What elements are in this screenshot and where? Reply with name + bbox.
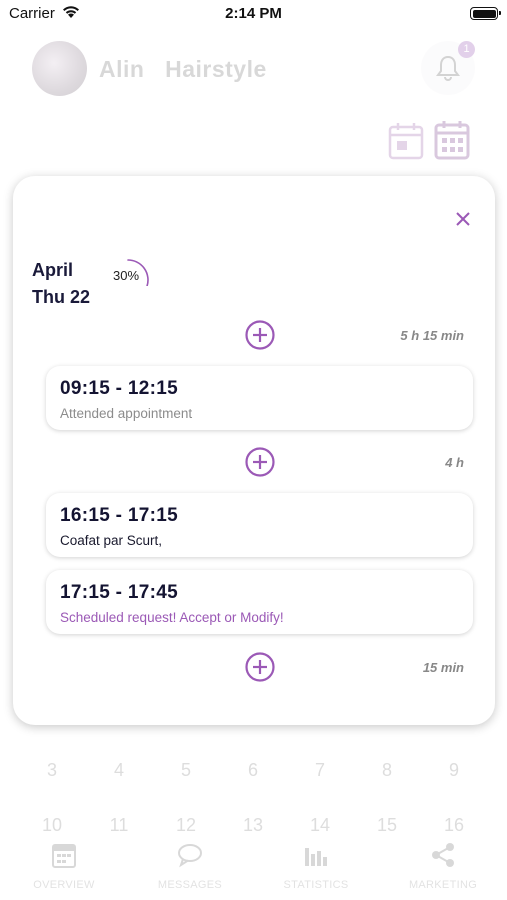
calendar-day[interactable]: 8: [367, 760, 407, 781]
add-appointment-button[interactable]: [245, 320, 275, 350]
progress-label: 30%: [113, 268, 140, 283]
appointment-time: 09:15 - 12:15: [60, 378, 178, 399]
nav-messages[interactable]: MESSAGES: [135, 842, 245, 891]
month-view-icon[interactable]: [434, 120, 470, 160]
avatar[interactable]: [32, 41, 87, 96]
calendar-day[interactable]: 7: [300, 760, 340, 781]
nav-overview[interactable]: OVERVIEW: [9, 842, 119, 891]
bell-icon: [436, 55, 460, 81]
calendar-day[interactable]: 12: [166, 815, 206, 831]
add-appointment-button[interactable]: [245, 652, 275, 682]
share-icon: [432, 843, 454, 867]
appointment-time: 17:15 - 17:45: [60, 582, 178, 603]
calendar-icon: [52, 844, 76, 868]
calendar-day[interactable]: 6: [233, 760, 273, 781]
calendar-day[interactable]: 10: [32, 815, 72, 831]
appointment-description: Coafat par Scurt,: [60, 533, 163, 548]
calendar-day[interactable]: 3: [32, 760, 72, 781]
appointment-card[interactable]: 17:15 - 17:45 Scheduled request! Accept …: [46, 570, 473, 634]
calendar-day[interactable]: 16: [434, 815, 474, 831]
day-view-icon[interactable]: [388, 122, 424, 160]
calendar-day[interactable]: 9: [434, 760, 474, 781]
appointment-card[interactable]: 09:15 - 12:15 Attended appointment: [46, 366, 473, 430]
nav-marketing[interactable]: MARKETING: [388, 842, 498, 891]
date-month: April: [32, 260, 74, 280]
bottom-nav: OVERVIEW MESSAGES STATISTICS MARKETING: [0, 838, 507, 900]
add-appointment-button[interactable]: [245, 447, 275, 477]
free-time-label: 4 h: [445, 455, 464, 470]
appointment-description: Attended appointment: [60, 406, 193, 421]
close-icon[interactable]: [453, 209, 473, 229]
nav-label: OVERVIEW: [33, 879, 95, 891]
calendar-day[interactable]: 15: [367, 815, 407, 831]
bar-chart-icon: [305, 848, 327, 866]
free-time-label: 5 h 15 min: [400, 328, 464, 343]
appointment-card[interactable]: 16:15 - 17:15 Coafat par Scurt,: [46, 493, 473, 557]
nav-statistics[interactable]: STATISTICS: [261, 842, 371, 891]
calendar-day[interactable]: 13: [233, 815, 273, 831]
calendar-day[interactable]: 4: [99, 760, 139, 781]
appointment-time: 16:15 - 17:15: [60, 505, 178, 526]
day-detail-modal: April Thu 22 30% 5 h 15 min 09:15 - 12:1…: [13, 176, 495, 725]
calendar-day[interactable]: 14: [300, 815, 340, 831]
free-time-label: 15 min: [422, 660, 464, 675]
salon-name: Alin Hairstyle: [99, 56, 267, 82]
calendar-day[interactable]: 11: [99, 815, 139, 831]
notification-badge: 1: [458, 41, 475, 58]
calendar-row-2: 10 11 12 13 14 15 16: [0, 815, 507, 831]
appointment-description: Scheduled request! Accept or Modify!: [60, 610, 284, 625]
nav-label: MARKETING: [408, 879, 478, 891]
chat-icon: [178, 844, 202, 868]
nav-label: STATISTICS: [283, 879, 349, 891]
calendar-day[interactable]: 5: [166, 760, 206, 781]
date-day: Thu 22: [32, 287, 91, 307]
nav-label: MESSAGES: [157, 879, 223, 891]
